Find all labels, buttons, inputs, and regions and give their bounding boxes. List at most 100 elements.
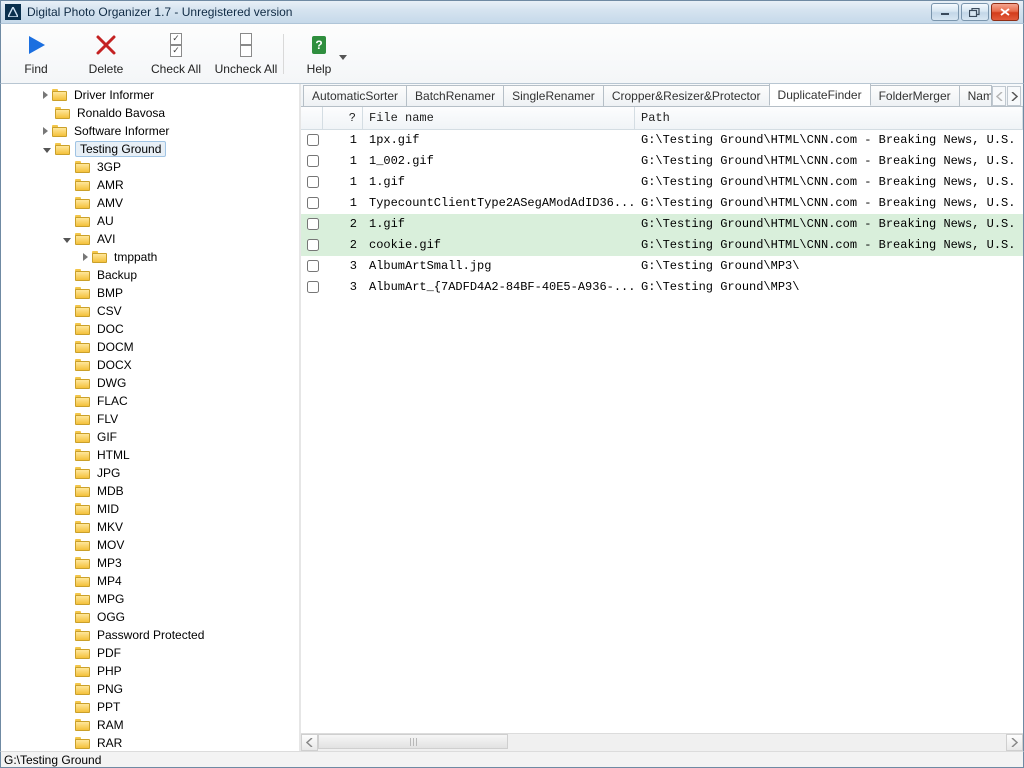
tree-item[interactable]: PHP bbox=[1, 662, 299, 680]
tree-item[interactable]: MKV bbox=[1, 518, 299, 536]
col-path[interactable]: Path bbox=[635, 107, 1023, 129]
row-filename: 1.gif bbox=[363, 175, 635, 189]
chevron-right-icon[interactable] bbox=[43, 127, 48, 135]
tree-item[interactable]: Testing Ground bbox=[1, 140, 299, 158]
tree-item[interactable]: AVI bbox=[1, 230, 299, 248]
row-checkbox[interactable] bbox=[307, 281, 319, 293]
uncheck-all-icon bbox=[234, 33, 258, 57]
row-path: G:\Testing Ground\HTML\CNN.com - Breakin… bbox=[635, 154, 1023, 168]
tree-item[interactable]: MP3 bbox=[1, 554, 299, 572]
check-all-button[interactable]: ✓ ✓ Check All bbox=[141, 25, 211, 83]
grid-row[interactable]: 3AlbumArtSmall.jpgG:\Testing Ground\MP3\ bbox=[301, 256, 1023, 277]
tree-item[interactable]: BMP bbox=[1, 284, 299, 302]
col-group[interactable]: ? bbox=[323, 107, 363, 129]
tree-item[interactable]: GIF bbox=[1, 428, 299, 446]
col-file-name[interactable]: File name bbox=[363, 107, 635, 129]
tree-item[interactable]: MID bbox=[1, 500, 299, 518]
grid-row[interactable]: 21.gifG:\Testing Ground\HTML\CNN.com - B… bbox=[301, 214, 1023, 235]
tree-item-label: JPG bbox=[95, 466, 122, 480]
chevron-right-icon[interactable] bbox=[83, 253, 88, 261]
scroll-thumb[interactable] bbox=[318, 734, 508, 749]
tree-item[interactable]: Software Informer bbox=[1, 122, 299, 140]
scroll-left-button[interactable] bbox=[301, 734, 318, 751]
grid-row[interactable]: 1TypecountClientType2ASegAModAdID36...G:… bbox=[301, 193, 1023, 214]
tree-item[interactable]: DOC bbox=[1, 320, 299, 338]
tree-item[interactable]: tmppath bbox=[1, 248, 299, 266]
tree-item[interactable]: DOCX bbox=[1, 356, 299, 374]
tree-item[interactable]: OGG bbox=[1, 608, 299, 626]
tree-item[interactable]: CSV bbox=[1, 302, 299, 320]
tab-batchrenamer[interactable]: BatchRenamer bbox=[406, 85, 504, 106]
tree-item[interactable]: FLAC bbox=[1, 392, 299, 410]
tab-namerepla[interactable]: NameRepla bbox=[959, 85, 992, 106]
delete-button[interactable]: Delete bbox=[71, 25, 141, 83]
tab-scroll-left[interactable] bbox=[992, 86, 1006, 106]
tab-foldermerger[interactable]: FolderMerger bbox=[870, 85, 960, 106]
tree-item[interactable]: AU bbox=[1, 212, 299, 230]
tree-item[interactable]: RAR bbox=[1, 734, 299, 751]
horizontal-scrollbar[interactable] bbox=[301, 733, 1023, 751]
row-checkbox[interactable] bbox=[307, 239, 319, 251]
grid-row[interactable]: 2cookie.gifG:\Testing Ground\HTML\CNN.co… bbox=[301, 235, 1023, 256]
maximize-button[interactable] bbox=[961, 3, 989, 21]
tree-item[interactable]: FLV bbox=[1, 410, 299, 428]
tab-cropper-resizer-protector[interactable]: Cropper&Resizer&Protector bbox=[603, 85, 770, 106]
chevron-right-icon[interactable] bbox=[43, 91, 48, 99]
check-all-icon: ✓ ✓ bbox=[164, 33, 188, 57]
row-group: 2 bbox=[323, 238, 363, 252]
tree-item[interactable]: Password Protected bbox=[1, 626, 299, 644]
grid-row[interactable]: 11.gifG:\Testing Ground\HTML\CNN.com - B… bbox=[301, 172, 1023, 193]
chevron-down-icon[interactable] bbox=[63, 238, 71, 243]
uncheck-all-button[interactable]: Uncheck All bbox=[211, 25, 281, 83]
tree-item-label: MPG bbox=[95, 592, 126, 606]
tree-item[interactable]: MP4 bbox=[1, 572, 299, 590]
folder-tree[interactable]: Driver InformerRonaldo BavosaSoftware In… bbox=[1, 84, 301, 751]
grid-row[interactable]: 11_002.gifG:\Testing Ground\HTML\CNN.com… bbox=[301, 151, 1023, 172]
tree-item[interactable]: MOV bbox=[1, 536, 299, 554]
row-checkbox[interactable] bbox=[307, 155, 319, 167]
tab-scroll-right[interactable] bbox=[1007, 86, 1021, 106]
tree-item[interactable]: DOCM bbox=[1, 338, 299, 356]
window-title: Digital Photo Organizer 1.7 - Unregister… bbox=[27, 5, 292, 19]
grid-header[interactable]: ? File name Path bbox=[301, 107, 1023, 130]
tree-item[interactable]: AMR bbox=[1, 176, 299, 194]
tab-singlerenamer[interactable]: SingleRenamer bbox=[503, 85, 604, 106]
tree-item[interactable]: DWG bbox=[1, 374, 299, 392]
row-checkbox[interactable] bbox=[307, 197, 319, 209]
tree-item-label: FLV bbox=[95, 412, 120, 426]
find-button[interactable]: Find bbox=[1, 25, 71, 83]
row-checkbox[interactable] bbox=[307, 134, 319, 146]
tree-item[interactable]: PPT bbox=[1, 698, 299, 716]
app-icon bbox=[5, 4, 21, 20]
folder-icon bbox=[75, 629, 91, 642]
tree-item[interactable]: JPG bbox=[1, 464, 299, 482]
tab-duplicatefinder[interactable]: DuplicateFinder bbox=[769, 84, 871, 106]
tree-item[interactable]: Driver Informer bbox=[1, 86, 299, 104]
help-button[interactable]: ? Help bbox=[286, 25, 368, 83]
minimize-button[interactable] bbox=[931, 3, 959, 21]
tree-item[interactable]: PDF bbox=[1, 644, 299, 662]
tree-item[interactable]: MPG bbox=[1, 590, 299, 608]
tab-automaticsorter[interactable]: AutomaticSorter bbox=[303, 85, 407, 106]
tree-item[interactable]: HTML bbox=[1, 446, 299, 464]
folder-icon bbox=[75, 611, 91, 624]
close-button[interactable] bbox=[991, 3, 1019, 21]
chevron-down-icon[interactable] bbox=[43, 148, 51, 153]
row-checkbox[interactable] bbox=[307, 260, 319, 272]
folder-icon bbox=[75, 161, 91, 174]
tree-item[interactable]: MDB bbox=[1, 482, 299, 500]
tree-item[interactable]: Ronaldo Bavosa bbox=[1, 104, 299, 122]
row-checkbox[interactable] bbox=[307, 218, 319, 230]
row-path: G:\Testing Ground\HTML\CNN.com - Breakin… bbox=[635, 175, 1023, 189]
grid-row[interactable]: 11px.gifG:\Testing Ground\HTML\CNN.com -… bbox=[301, 130, 1023, 151]
tree-item[interactable]: AMV bbox=[1, 194, 299, 212]
grid-row[interactable]: 3AlbumArt_{7ADFD4A2-84BF-40E5-A936-...G:… bbox=[301, 277, 1023, 298]
tree-item[interactable]: PNG bbox=[1, 680, 299, 698]
scroll-right-button[interactable] bbox=[1006, 734, 1023, 751]
tree-item[interactable]: 3GP bbox=[1, 158, 299, 176]
folder-icon bbox=[75, 539, 91, 552]
row-checkbox[interactable] bbox=[307, 176, 319, 188]
tree-item[interactable]: RAM bbox=[1, 716, 299, 734]
duplicate-grid: ? File name Path 11px.gifG:\Testing Grou… bbox=[301, 107, 1023, 751]
tree-item[interactable]: Backup bbox=[1, 266, 299, 284]
